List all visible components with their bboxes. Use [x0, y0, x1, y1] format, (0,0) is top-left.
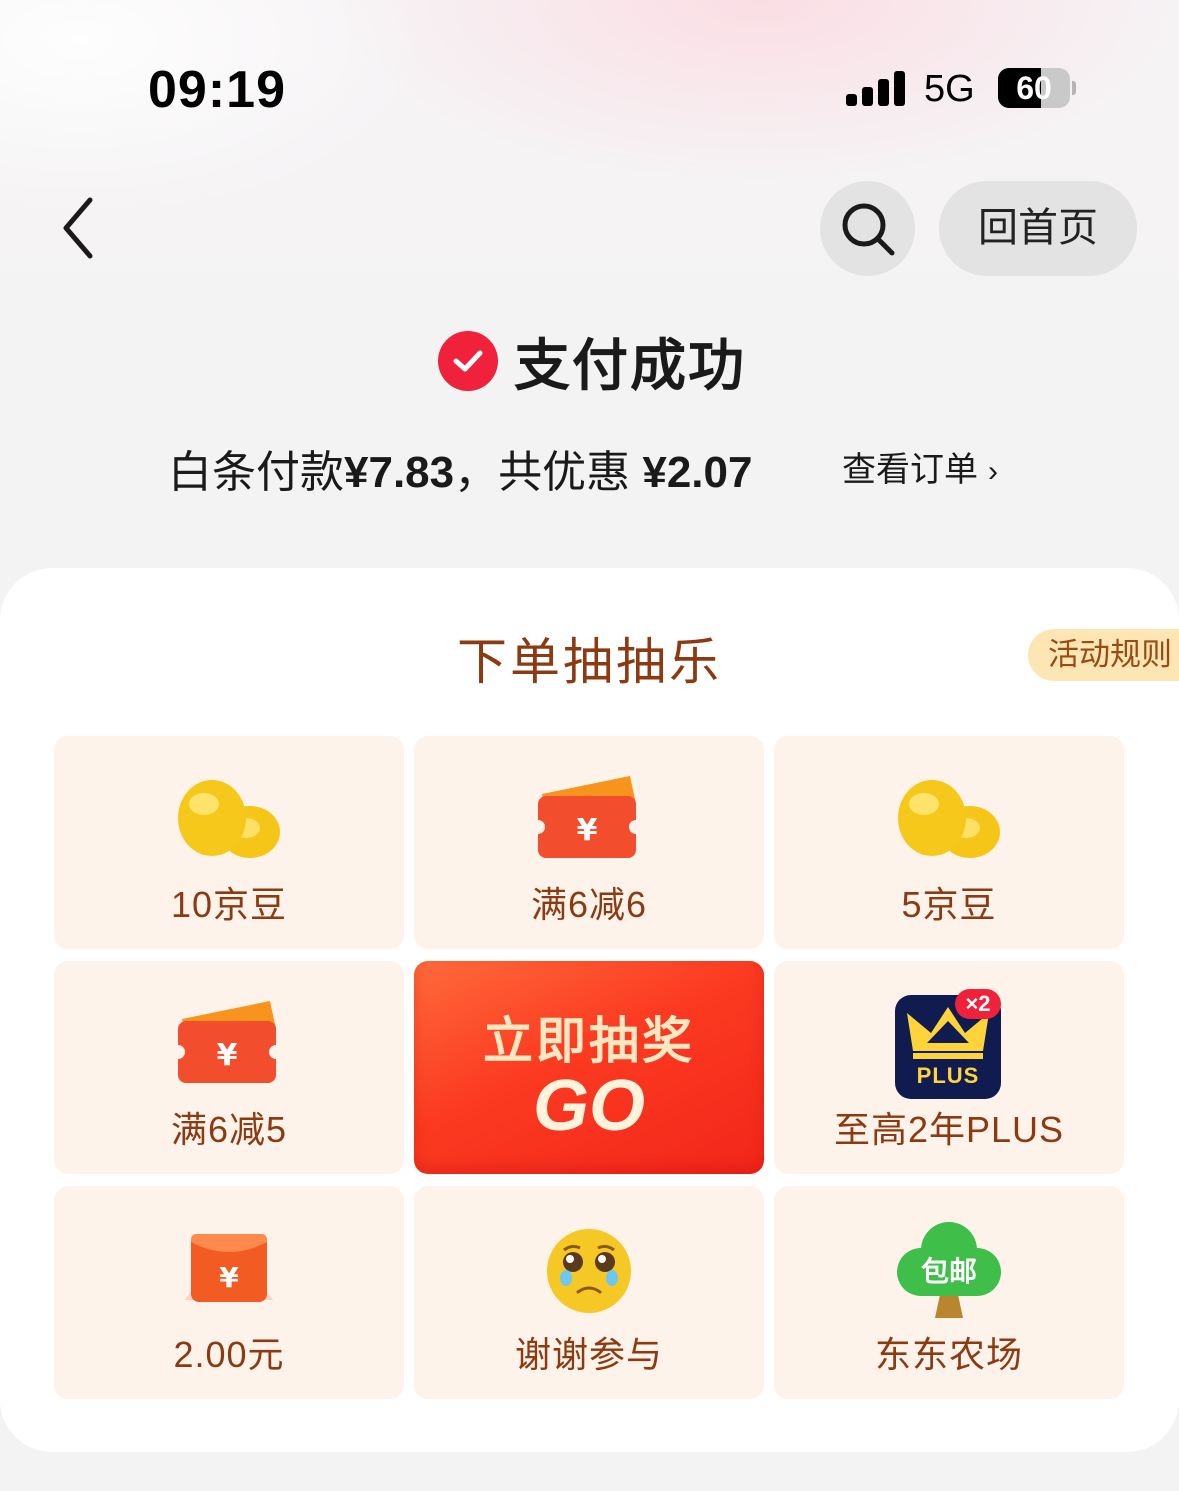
farm-tree-icon: 包邮 [774, 1220, 1124, 1320]
search-icon [842, 203, 895, 256]
draw-now-label: 立即抽奖 [483, 1013, 695, 1069]
search-button[interactable] [820, 181, 915, 276]
paid-amount: ¥7.83 [344, 448, 455, 497]
network-type: 5G [924, 68, 975, 110]
prize-label: 东东农场 [874, 1334, 1023, 1375]
payment-method: 白条付款 [168, 448, 344, 497]
success-check-icon [438, 331, 498, 391]
battery-icon: 60 [998, 68, 1076, 108]
draw-now-button[interactable]: 立即抽奖 GO [414, 961, 764, 1174]
go-label: GO [532, 1066, 645, 1146]
teary-face-emoji-icon [414, 1228, 764, 1314]
prize-cell: 5京豆 [774, 736, 1124, 949]
prize-cell: 10京豆 [54, 736, 404, 949]
svg-text:¥: ¥ [219, 1261, 239, 1294]
prize-grid: 10京豆 ¥ 满6减6 5京豆 ¥ 满6减5 立即抽奖 GO PLUS ×2 至… [54, 736, 1125, 1399]
prize-cell: PLUS ×2 至高2年PLUS [774, 961, 1124, 1174]
plus-icon-text: PLUS [916, 1063, 980, 1088]
jingdou-beans-icon [774, 778, 1124, 864]
status-time: 09:19 [148, 61, 286, 119]
prize-cell: 谢谢参与 [414, 1186, 764, 1399]
signal-strength-icon [846, 70, 906, 106]
discount-amount: ¥2.07 [642, 448, 753, 497]
prize-label: 10京豆 [170, 884, 288, 925]
coupon-ticket-icon: ¥ [414, 774, 764, 862]
red-envelope-icon: ¥ [54, 1230, 404, 1310]
lottery-title: 下单抽抽乐 [457, 634, 722, 690]
prize-cell: ¥ 满6减5 [54, 961, 404, 1174]
prize-cell: ¥ 2.00元 [54, 1186, 404, 1399]
view-order-label: 查看订单 [842, 451, 978, 489]
coupon-ticket-icon: ¥ [54, 999, 404, 1087]
svg-text:¥: ¥ [217, 1038, 238, 1073]
multiplier-badge: ×2 [955, 989, 1001, 1019]
prize-label: 至高2年PLUS [833, 1109, 1065, 1150]
payment-summary: 白条付款¥7.83，共优惠 ¥2.07 [168, 436, 752, 500]
chevron-left-icon [63, 197, 93, 259]
plus-membership-crown-icon: PLUS ×2 [774, 989, 1124, 1099]
prize-label: 满6减5 [170, 1109, 288, 1150]
discount-label: ，共优惠 [454, 448, 631, 497]
prize-label: 5京豆 [901, 884, 997, 925]
payment-status: 支付成功 [438, 330, 746, 397]
prize-label: 2.00元 [173, 1334, 285, 1375]
view-order-link[interactable]: 查看订单 › [842, 442, 998, 491]
prize-label: 谢谢参与 [514, 1334, 663, 1375]
home-button[interactable]: 回首页 [939, 181, 1137, 276]
activity-rules-button[interactable]: 活动规则 [1028, 629, 1179, 681]
tree-icon-text: 包邮 [920, 1256, 977, 1287]
prize-label: 满6减6 [530, 884, 648, 925]
back-button[interactable] [56, 196, 102, 260]
prize-cell: ¥ 满6减6 [414, 736, 764, 949]
jingdou-beans-icon [54, 778, 404, 864]
svg-text:¥: ¥ [577, 813, 598, 848]
chevron-right-icon: › [988, 455, 998, 488]
battery-level: 60 [1016, 70, 1052, 106]
prize-cell: 包邮 东东农场 [774, 1186, 1124, 1399]
payment-title: 支付成功 [514, 333, 746, 397]
